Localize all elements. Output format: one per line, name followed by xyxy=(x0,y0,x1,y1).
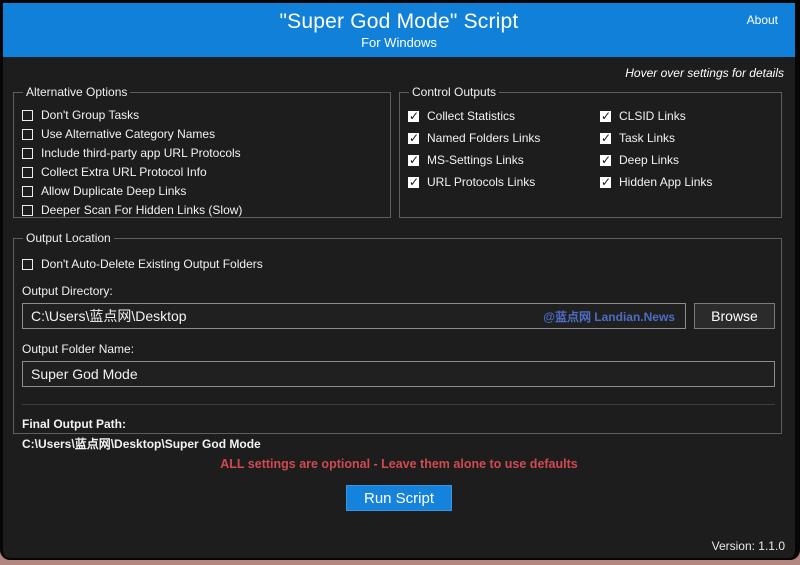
group-control-outputs: Control Outputs Collect Statistics Named… xyxy=(399,85,782,218)
checkbox-label: Don't Auto-Delete Existing Output Folder… xyxy=(41,257,263,271)
final-output-path-value: C:\Users\蓝点网\Desktop\Super God Mode xyxy=(22,435,775,452)
output-folder-name-label: Output Folder Name: xyxy=(22,342,775,356)
checkbox[interactable] xyxy=(22,110,33,121)
checkbox-row-extra-url-protocol-info[interactable]: Collect Extra URL Protocol Info xyxy=(22,165,382,179)
checkbox-row-collect-statistics[interactable]: Collect Statistics xyxy=(408,109,600,123)
output-folder-name-value: Super God Mode xyxy=(31,366,138,382)
final-output-path-label: Final Output Path: xyxy=(22,417,775,431)
app-subtitle: For Windows xyxy=(361,35,437,50)
checkbox-row-deeper-scan-hidden-links[interactable]: Deeper Scan For Hidden Links (Slow) xyxy=(22,203,382,217)
group-alternative-options-title: Alternative Options xyxy=(23,85,130,99)
checkbox[interactable] xyxy=(600,177,611,188)
divider xyxy=(22,404,775,405)
checkbox-row-task-links[interactable]: Task Links xyxy=(600,131,773,145)
group-output-location: Output Location Don't Auto-Delete Existi… xyxy=(13,231,782,434)
checkbox-row-hidden-app-links[interactable]: Hidden App Links xyxy=(600,175,773,189)
hover-hint: Hover over settings for details xyxy=(3,66,784,80)
checkbox-row-allow-duplicate-deep-links[interactable]: Allow Duplicate Deep Links xyxy=(22,184,382,198)
watermark-text: @蓝点网 Landian.News xyxy=(543,308,677,325)
checkbox[interactable] xyxy=(408,133,419,144)
checkbox-row-alt-category-names[interactable]: Use Alternative Category Names xyxy=(22,127,382,141)
checkbox-label: Hidden App Links xyxy=(619,175,712,189)
app-title: "Super God Mode" Script xyxy=(280,10,519,34)
checkbox-row-third-party-url-protocols[interactable]: Include third-party app URL Protocols xyxy=(22,146,382,160)
checkbox-row-url-protocols-links[interactable]: URL Protocols Links xyxy=(408,175,600,189)
checkbox-label: Use Alternative Category Names xyxy=(41,127,215,141)
output-directory-value: C:\Users\蓝点网\Desktop xyxy=(31,306,187,326)
output-folder-name-input[interactable]: Super God Mode xyxy=(22,361,775,387)
checkbox-row-deep-links[interactable]: Deep Links xyxy=(600,153,773,167)
header-banner: "Super God Mode" Script For Windows Abou… xyxy=(3,3,795,57)
checkbox[interactable] xyxy=(22,129,33,140)
checkbox-row-dont-auto-delete[interactable]: Don't Auto-Delete Existing Output Folder… xyxy=(22,257,775,271)
control-outputs-grid: Collect Statistics Named Folders Links M… xyxy=(408,109,773,189)
checkbox-row-ms-settings-links[interactable]: MS-Settings Links xyxy=(408,153,600,167)
about-link[interactable]: About xyxy=(747,13,778,27)
top-groups-row: Alternative Options Don't Group Tasks Us… xyxy=(13,85,782,218)
checkbox[interactable] xyxy=(600,133,611,144)
checkbox-label: Deep Links xyxy=(619,153,679,167)
checkbox[interactable] xyxy=(22,167,33,178)
checkbox[interactable] xyxy=(408,177,419,188)
output-directory-label: Output Directory: xyxy=(22,284,775,298)
group-control-outputs-title: Control Outputs xyxy=(409,85,499,99)
checkbox-label: Allow Duplicate Deep Links xyxy=(41,184,186,198)
checkbox-row-clsid-links[interactable]: CLSID Links xyxy=(600,109,773,123)
checkbox-label: Collect Statistics xyxy=(427,109,515,123)
checkbox[interactable] xyxy=(22,205,33,216)
output-directory-input[interactable]: C:\Users\蓝点网\Desktop @蓝点网 Landian.News xyxy=(22,303,686,329)
checkbox-label: CLSID Links xyxy=(619,109,686,123)
checkbox-label: MS-Settings Links xyxy=(427,153,524,167)
run-script-row: Run Script xyxy=(3,485,795,511)
checkbox[interactable] xyxy=(408,155,419,166)
checkbox[interactable] xyxy=(600,155,611,166)
checkbox-label: Task Links xyxy=(619,131,675,145)
checkbox-label: Deeper Scan For Hidden Links (Slow) xyxy=(41,203,242,217)
output-directory-row: C:\Users\蓝点网\Desktop @蓝点网 Landian.News B… xyxy=(22,303,775,329)
app-window: "Super God Mode" Script For Windows Abou… xyxy=(0,0,800,560)
checkbox[interactable] xyxy=(22,186,33,197)
checkbox-label: Named Folders Links xyxy=(427,131,540,145)
version-label: Version: 1.1.0 xyxy=(712,539,785,553)
group-alternative-options: Alternative Options Don't Group Tasks Us… xyxy=(13,85,391,218)
checkbox[interactable] xyxy=(600,111,611,122)
checkbox-row-named-folders-links[interactable]: Named Folders Links xyxy=(408,131,600,145)
checkbox-label: Collect Extra URL Protocol Info xyxy=(41,165,207,179)
checkbox-label: URL Protocols Links xyxy=(427,175,535,189)
checkbox-label: Include third-party app URL Protocols xyxy=(41,146,241,160)
group-output-location-title: Output Location xyxy=(23,231,114,245)
checkbox[interactable] xyxy=(22,259,33,270)
settings-optional-notice: ALL settings are optional - Leave them a… xyxy=(3,457,795,471)
browse-button[interactable]: Browse xyxy=(694,303,775,329)
checkbox-row-dont-group-tasks[interactable]: Don't Group Tasks xyxy=(22,108,382,122)
run-script-button[interactable]: Run Script xyxy=(346,485,452,511)
checkbox[interactable] xyxy=(22,148,33,159)
checkbox-label: Don't Group Tasks xyxy=(41,108,139,122)
checkbox[interactable] xyxy=(408,111,419,122)
